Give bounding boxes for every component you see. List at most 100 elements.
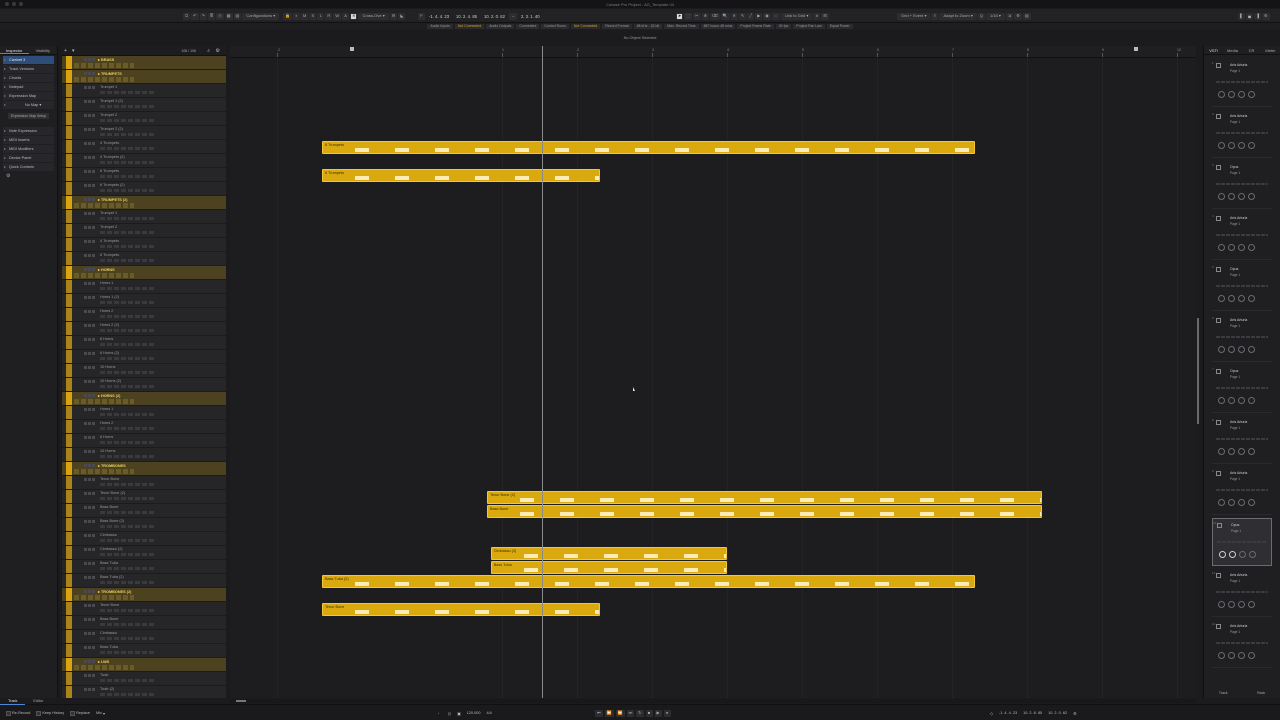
quantize-preset-dropdown[interactable]: 1/16 ▾ <box>985 12 1005 20</box>
instrument-icon[interactable] <box>1217 523 1222 528</box>
knob-icon[interactable] <box>1238 499 1245 506</box>
knob-icon[interactable] <box>1218 295 1225 302</box>
track-sub-controls[interactable] <box>100 91 156 94</box>
track-controls[interactable] <box>84 688 96 691</box>
midi-part[interactable]: Bass Bone <box>487 505 1042 518</box>
vertical-scrollbar[interactable] <box>1196 46 1200 698</box>
track-controls[interactable] <box>84 296 96 299</box>
fade-icon[interactable]: ◣ <box>398 12 406 20</box>
knob-icon[interactable] <box>1238 448 1245 455</box>
track-controls[interactable] <box>84 170 96 173</box>
position-left-display[interactable]: -1. 4. 4. 23 <box>426 13 452 20</box>
settings-icon[interactable]: ⚙ <box>389 12 398 20</box>
instrument-track[interactable]: 6 Horns <box>62 434 226 448</box>
configurations-dropdown[interactable]: Configurations ▾ <box>242 12 280 20</box>
tab-vsti[interactable]: VSTi <box>1204 46 1223 54</box>
forward-button[interactable]: ⏩ <box>615 709 625 717</box>
midi-part[interactable]: Cimbasso (2) <box>490 547 727 560</box>
midi-part[interactable]: Bass Tuba <box>490 561 727 574</box>
instrument-slot[interactable]: 9 Arts Arturia Page 1 <box>1212 467 1272 515</box>
midi-part[interactable]: Bass Tuba (2) <box>322 575 975 588</box>
track-controls[interactable] <box>84 436 96 439</box>
mix-dropdown[interactable]: Mix ▾ <box>94 711 107 716</box>
knob-icon[interactable] <box>1228 499 1235 506</box>
track-sub-controls[interactable] <box>100 511 156 514</box>
instrument-track[interactable]: Bass Bone <box>62 504 226 518</box>
folder-track[interactable]: ▸ TRUMPETS <box>62 70 226 84</box>
instrument-track[interactable]: 10 Horns <box>62 364 226 378</box>
knob-icon[interactable] <box>1228 652 1235 659</box>
knob-icon[interactable] <box>1248 652 1255 659</box>
quick-control-knobs[interactable] <box>1218 601 1255 608</box>
quantize-panel-icon[interactable]: ▤ <box>1022 12 1031 20</box>
instrument-icon[interactable] <box>1216 114 1221 119</box>
automation-mode-icon[interactable]: A <box>342 12 350 20</box>
instrument-slot[interactable]: 7 Opus Page 1 <box>1212 365 1272 413</box>
midi-part[interactable]: 6 Trumpets <box>322 141 975 154</box>
track-sub-controls[interactable] <box>100 567 156 570</box>
instrument-track[interactable]: Horns 2 (2) <box>62 322 226 336</box>
knob-icon[interactable] <box>1218 601 1225 608</box>
quick-control-knobs[interactable] <box>1218 91 1255 98</box>
instrument-track[interactable]: Tuab <box>62 672 226 686</box>
instrument-track[interactable]: Horns 1 (2) <box>62 294 226 308</box>
instrument-track[interactable]: Horns 2 <box>62 308 226 322</box>
track-controls[interactable] <box>84 520 96 523</box>
track-controls[interactable] <box>84 590 96 593</box>
folder-track[interactable]: ▸ HORNS <box>62 266 226 280</box>
track-controls[interactable] <box>84 324 96 327</box>
knob-icon[interactable] <box>1228 193 1235 200</box>
instrument-track[interactable]: Tuab (2) <box>62 686 226 698</box>
precount-icon[interactable]: ◴ <box>446 711 453 716</box>
track-sub-controls[interactable] <box>100 609 156 612</box>
instrument-slot[interactable]: 10 Opus Page 1 <box>1212 518 1272 566</box>
right-zone-toggle-icon[interactable]: ▐ <box>1254 12 1261 20</box>
track-controls[interactable] <box>84 450 96 453</box>
tab-editor[interactable]: Editor <box>25 699 51 705</box>
rack-footer-track-tab[interactable]: Track <box>1219 691 1228 695</box>
quick-control-knobs[interactable] <box>1218 397 1255 404</box>
zoom-adapt-dropdown[interactable]: Adapt to Zoom ▾ <box>939 12 977 20</box>
track-controls[interactable] <box>84 156 96 159</box>
knob-icon[interactable] <box>1238 652 1245 659</box>
track-controls[interactable] <box>84 618 96 621</box>
instrument-icon[interactable] <box>1216 216 1221 221</box>
track-sub-controls[interactable] <box>100 637 156 640</box>
track-sub-controls[interactable] <box>100 679 156 682</box>
track-sub-controls[interactable] <box>100 581 156 584</box>
track-sub-controls[interactable] <box>100 497 156 500</box>
left-locator-icon[interactable] <box>350 47 354 51</box>
track-controls[interactable] <box>84 72 96 75</box>
knob-icon[interactable] <box>1248 244 1255 251</box>
footer-position-mid[interactable]: 10. 2. 8. 85 <box>1021 711 1044 715</box>
track-sub-controls[interactable] <box>100 161 156 164</box>
instrument-track[interactable]: 4 Trumpets <box>62 140 226 154</box>
track-controls[interactable] <box>84 184 96 187</box>
track-sub-controls[interactable] <box>100 343 156 346</box>
inspector-section[interactable]: Track Versions <box>3 65 54 73</box>
track-controls[interactable] <box>84 366 96 369</box>
knob-icon[interactable] <box>1248 91 1255 98</box>
instrument-track[interactable]: Trumpet 2 (2) <box>62 126 226 140</box>
inspector-section[interactable]: Device Panel <box>3 154 54 162</box>
zoom-tool-icon[interactable]: 🔍 <box>720 12 730 20</box>
quantize-icon[interactable]: Q <box>977 12 985 20</box>
rack-footer-rack-tab[interactable]: Rack <box>1257 691 1265 695</box>
horizontal-scrollbar[interactable] <box>230 699 1196 703</box>
inspector-section[interactable]: MIDI Inserts <box>3 136 54 144</box>
quick-control-knobs[interactable] <box>1218 346 1255 353</box>
instrument-track[interactable]: Tenor Bone <box>62 602 226 616</box>
inspector-section[interactable]: Quick Controls <box>3 163 54 171</box>
track-sub-controls[interactable] <box>100 287 156 290</box>
track-controls[interactable] <box>84 660 96 663</box>
knob-icon[interactable] <box>1248 295 1255 302</box>
track-sub-controls[interactable] <box>100 371 156 374</box>
track-sub-controls[interactable] <box>100 315 156 318</box>
length-icon[interactable]: ↔ <box>508 12 517 20</box>
knob-icon[interactable] <box>1238 91 1245 98</box>
knob-icon[interactable] <box>1218 499 1225 506</box>
knob-icon[interactable] <box>1218 652 1225 659</box>
instrument-track[interactable]: Bass Tuba (2) <box>62 574 226 588</box>
track-sub-controls[interactable] <box>100 427 156 430</box>
track-controls[interactable] <box>84 506 96 509</box>
